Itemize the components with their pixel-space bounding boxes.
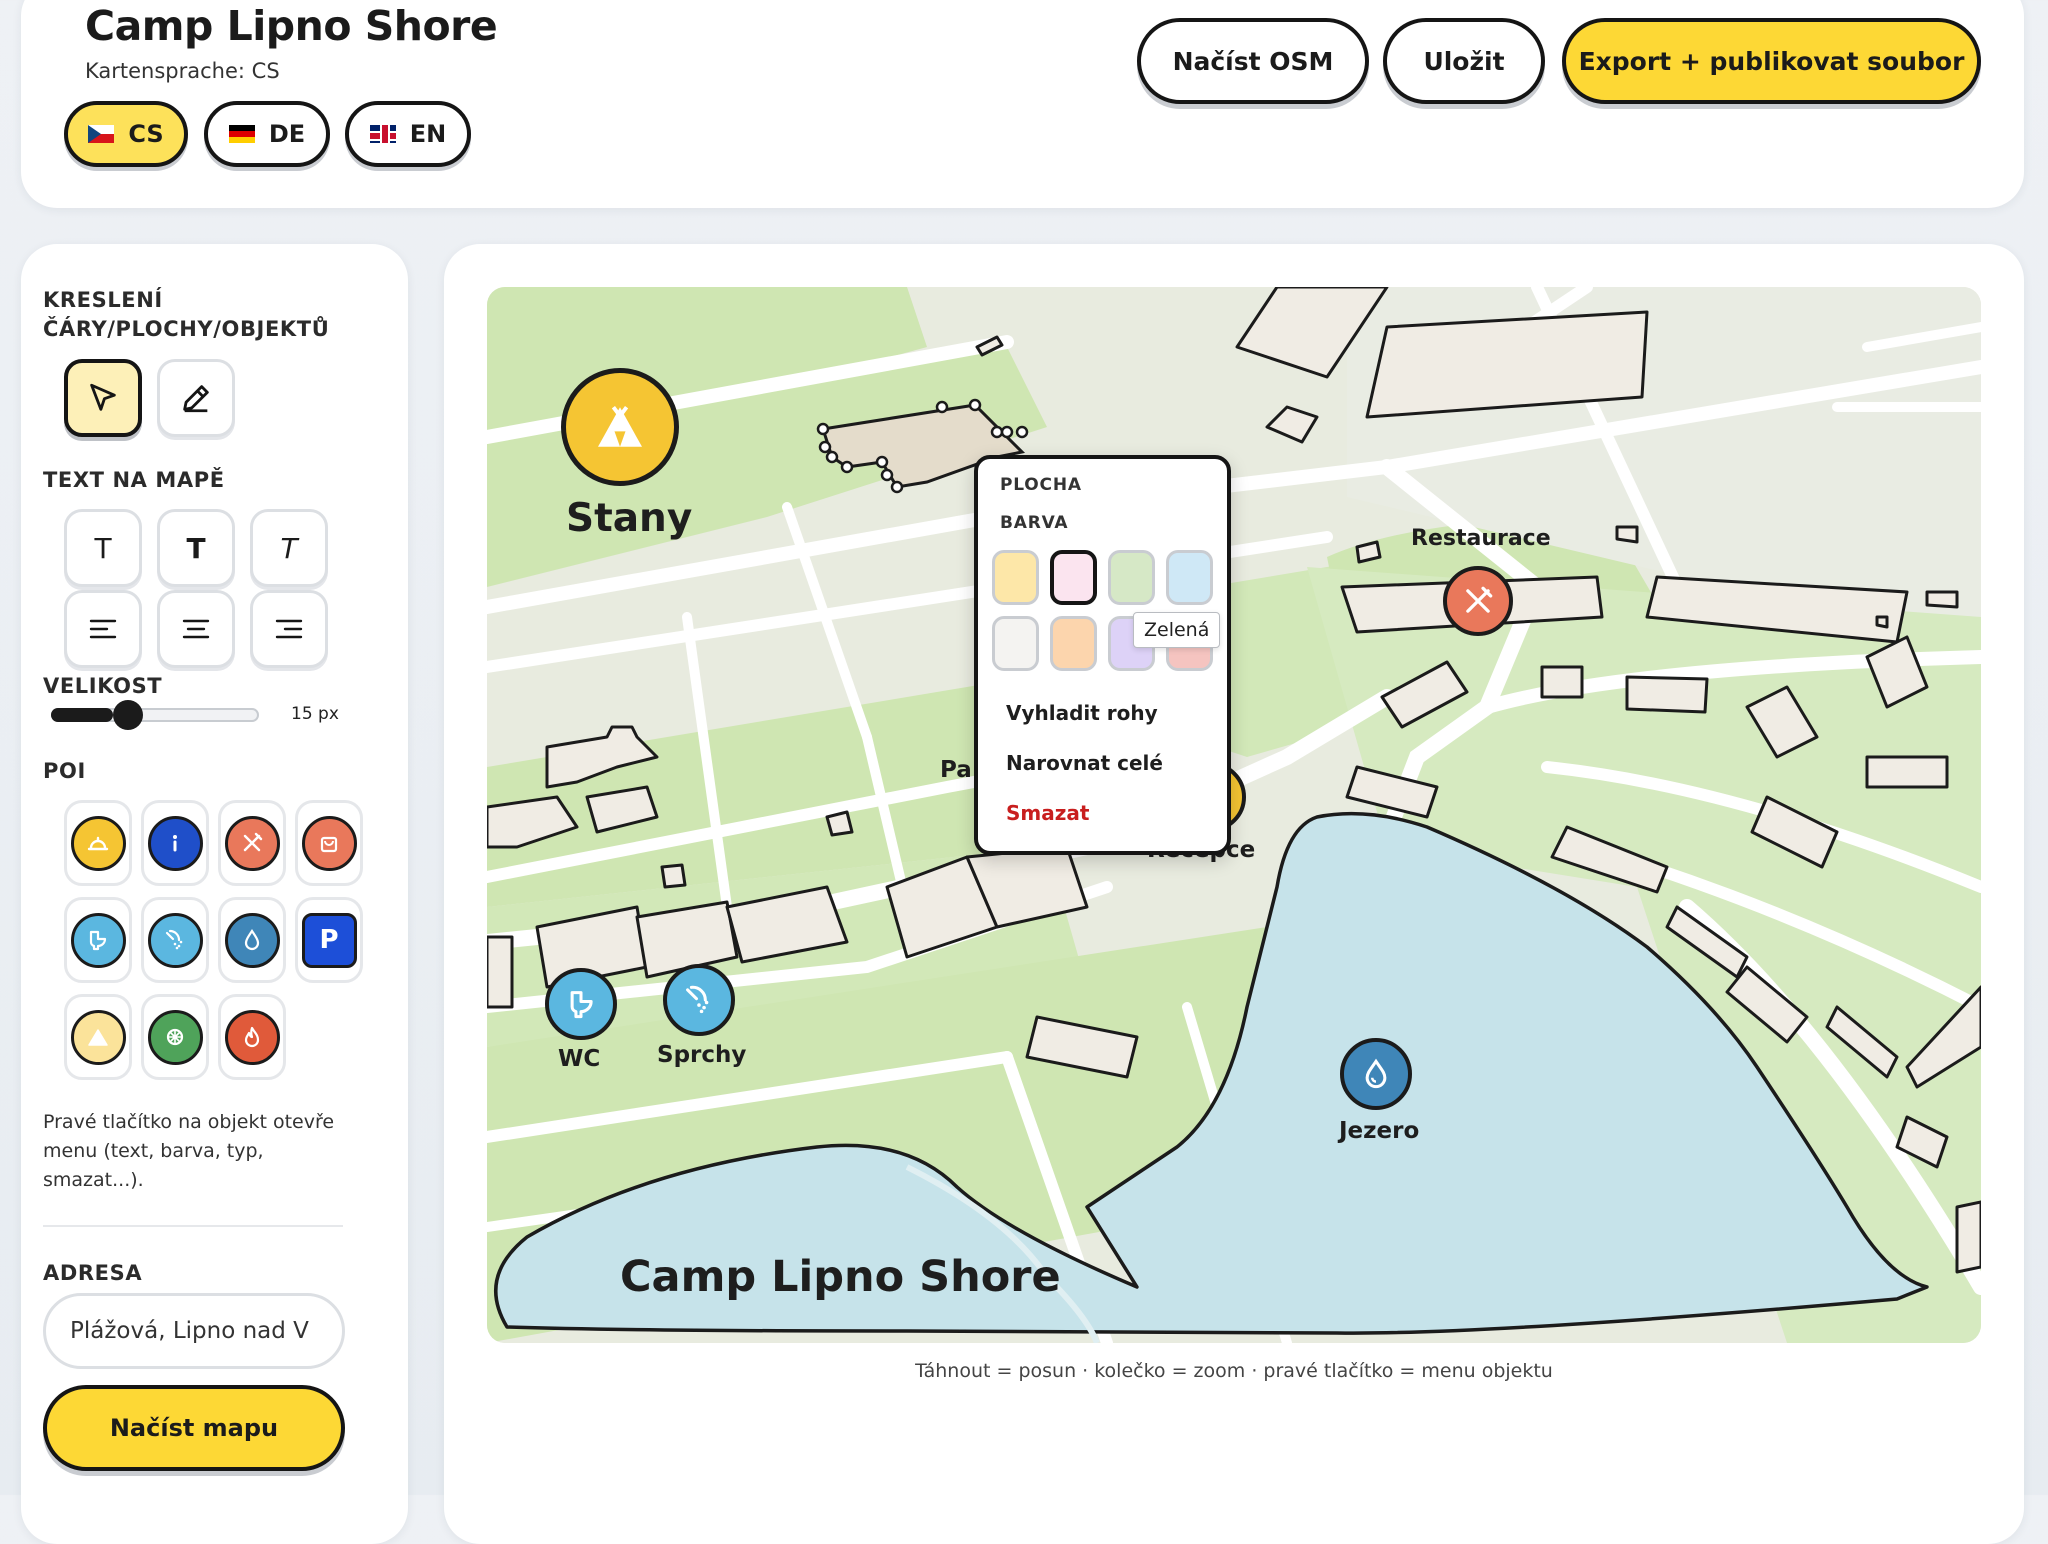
poi-toilet[interactable] xyxy=(64,897,132,983)
shower-icon xyxy=(147,912,203,968)
poi-shower[interactable] xyxy=(141,897,209,983)
address-section-title: ADRESA xyxy=(43,1261,143,1285)
object-context-menu: PLOCHA BARVA Vyhladit rohy Narovnat celé… xyxy=(974,455,1231,855)
tent-icon xyxy=(598,406,642,447)
align-center-button[interactable] xyxy=(157,590,235,668)
reception-bell-icon xyxy=(70,815,126,871)
map-language-caption: Kartensprache: CS xyxy=(85,59,280,83)
menu-item-straighten[interactable]: Narovnat celé xyxy=(1006,751,1163,775)
language-button-en[interactable]: EN xyxy=(345,101,471,167)
map-marker-restaurant[interactable] xyxy=(1443,566,1513,636)
draw-tool[interactable] xyxy=(157,359,235,437)
menu-section-title: PLOCHA xyxy=(1000,475,1082,495)
language-button-de[interactable]: DE xyxy=(204,101,330,167)
toilet-icon xyxy=(570,991,593,1019)
align-left-icon xyxy=(89,619,117,639)
map-label-restaurace: Restaurace xyxy=(1411,526,1551,551)
right-click-hint: Pravé tlačítko na objekt otevře menu (te… xyxy=(43,1111,335,1191)
playground-icon xyxy=(147,1009,203,1065)
language-button-cs[interactable]: CS xyxy=(64,101,188,167)
align-right-button[interactable] xyxy=(250,590,328,668)
shop-bag-icon xyxy=(301,815,357,871)
map-label-wc: WC xyxy=(558,1046,601,1072)
map-marker-showers[interactable] xyxy=(663,964,735,1036)
color-swatch-pink[interactable] xyxy=(1050,550,1097,605)
cursor-arrow-icon xyxy=(90,383,116,411)
size-slider-fill xyxy=(51,708,113,722)
poi-info[interactable] xyxy=(141,800,209,886)
language-label: CS xyxy=(128,120,164,148)
sidebar-divider xyxy=(43,1225,343,1227)
map-label-jezero: Jezero xyxy=(1339,1118,1420,1144)
map-label-stany: Stany xyxy=(566,496,693,541)
size-slider-handle[interactable] xyxy=(113,700,143,730)
pencil-icon xyxy=(183,385,209,413)
color-swatch-orange[interactable] xyxy=(1050,616,1097,671)
text-bold-button[interactable]: T xyxy=(157,509,235,587)
text-normal-button[interactable]: T xyxy=(64,509,142,587)
align-right-icon xyxy=(275,619,303,639)
load-osm-button[interactable]: Načíst OSM xyxy=(1137,18,1369,104)
color-swatch-green[interactable] xyxy=(1108,550,1155,605)
map-marker-wc[interactable] xyxy=(545,968,617,1040)
language-label: EN xyxy=(409,120,447,148)
align-center-icon xyxy=(182,619,210,639)
export-publish-button[interactable]: Export + publikovat soubor xyxy=(1562,18,1981,104)
poi-restaurant[interactable] xyxy=(218,800,286,886)
shower-icon xyxy=(686,985,709,1014)
text-italic-icon: T xyxy=(280,531,298,565)
map-marker-tents[interactable] xyxy=(561,368,679,486)
poi-reception[interactable] xyxy=(64,800,132,886)
text-bold-icon: T xyxy=(186,531,206,565)
poi-parking[interactable]: P xyxy=(295,897,363,983)
size-section-title: VELIKOST xyxy=(43,674,163,698)
load-map-button[interactable]: Načíst mapu xyxy=(43,1385,345,1471)
restaurant-icon xyxy=(224,815,280,871)
color-swatch-yellow[interactable] xyxy=(992,550,1039,605)
poi-playground[interactable] xyxy=(141,994,209,1080)
water-drop-icon xyxy=(1365,1058,1387,1089)
fire-icon xyxy=(224,1009,280,1065)
menu-item-smooth-corners[interactable]: Vyhladit rohy xyxy=(1006,701,1158,725)
align-left-button[interactable] xyxy=(64,590,142,668)
map-label-sprchy: Sprchy xyxy=(657,1042,747,1068)
size-value: 15 px xyxy=(291,704,339,724)
text-italic-button[interactable]: T xyxy=(250,509,328,587)
restaurant-icon xyxy=(1466,586,1493,613)
map-help-text: Táhnout = posun · kolečko = zoom · pravé… xyxy=(915,1360,1553,1382)
poi-fire[interactable] xyxy=(218,994,286,1080)
german-flag-icon xyxy=(228,125,255,143)
map-title-label: Camp Lipno Shore xyxy=(620,1252,1061,1302)
text-section-title: TEXT NA MAPĚ xyxy=(43,468,225,492)
text-normal-icon: T xyxy=(94,531,112,565)
czech-flag-icon xyxy=(88,125,115,143)
water-drop-icon xyxy=(224,912,280,968)
uk-flag-icon xyxy=(369,125,396,143)
poi-shop[interactable] xyxy=(295,800,363,886)
select-tool[interactable] xyxy=(64,359,142,437)
address-input[interactable] xyxy=(43,1293,345,1369)
toilet-icon xyxy=(70,912,126,968)
drawing-section-title: KRESLENÍ ČÁRY/PLOCHY/OBJEKTŮ xyxy=(43,288,330,341)
color-tooltip: Zelená xyxy=(1133,612,1221,648)
poi-tent[interactable] xyxy=(64,994,132,1080)
page-title: Camp Lipno Shore xyxy=(85,2,498,50)
map-marker-lake[interactable] xyxy=(1340,1038,1412,1110)
color-swatch-white[interactable] xyxy=(992,616,1039,671)
info-icon xyxy=(147,815,203,871)
color-swatch-blue[interactable] xyxy=(1166,550,1213,605)
menu-item-delete[interactable]: Smazat xyxy=(1006,801,1089,825)
poi-water[interactable] xyxy=(218,897,286,983)
parking-icon: P xyxy=(301,912,357,968)
tent-icon xyxy=(70,1009,126,1065)
menu-color-label: BARVA xyxy=(1000,513,1069,533)
poi-section-title: POI xyxy=(43,759,86,783)
language-label: DE xyxy=(268,120,306,148)
map-label-partial: Pa xyxy=(940,757,972,783)
save-button[interactable]: Uložit xyxy=(1383,18,1545,104)
